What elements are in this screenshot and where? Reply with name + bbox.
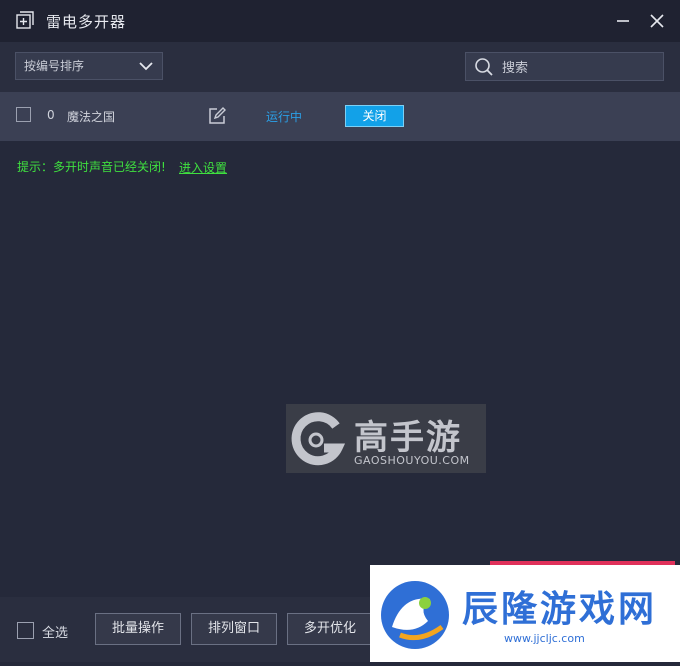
search-box[interactable] — [465, 52, 664, 81]
sort-dropdown-value: 按编号排序 — [24, 59, 85, 73]
add-window-icon — [16, 11, 34, 29]
minimize-icon[interactable] — [612, 10, 634, 32]
instance-checkbox[interactable] — [16, 107, 31, 122]
batch-operation-button[interactable]: 批量操作 — [95, 613, 181, 645]
instance-close-button[interactable]: 关闭 — [345, 105, 404, 127]
enter-settings-link[interactable]: 进入设置 — [179, 159, 227, 176]
edit-icon[interactable] — [208, 107, 226, 125]
instance-name: 魔法之国 — [67, 110, 116, 124]
multi-optimize-button[interactable]: 多开优化 — [287, 613, 373, 645]
instance-status: 运行中 — [266, 110, 303, 124]
select-all-checkbox[interactable] — [17, 622, 34, 639]
search-input[interactable] — [500, 57, 654, 79]
instance-index: 0 — [47, 108, 55, 122]
overlay-url: www.jjcljc.com — [504, 632, 585, 645]
chenlong-logo-icon — [381, 581, 449, 649]
chevron-down-icon — [139, 62, 153, 71]
gaoshouyou-logo-icon — [291, 412, 346, 466]
select-all-label: 全选 — [42, 626, 69, 641]
search-icon — [475, 58, 493, 76]
arrange-windows-button[interactable]: 排列窗口 — [191, 613, 277, 645]
close-icon[interactable] — [646, 10, 668, 32]
watermark-subtitle: GAOSHOUYOU.COM — [354, 454, 470, 467]
watermark-title: 高手游 — [354, 418, 462, 458]
overlay-title: 辰隆游戏网 — [462, 589, 658, 630]
window-title: 雷电多开器 — [46, 13, 127, 31]
sort-dropdown[interactable]: 按编号排序 — [15, 52, 163, 80]
hint-text: 提示：多开时声音已经关闭! — [17, 160, 166, 174]
